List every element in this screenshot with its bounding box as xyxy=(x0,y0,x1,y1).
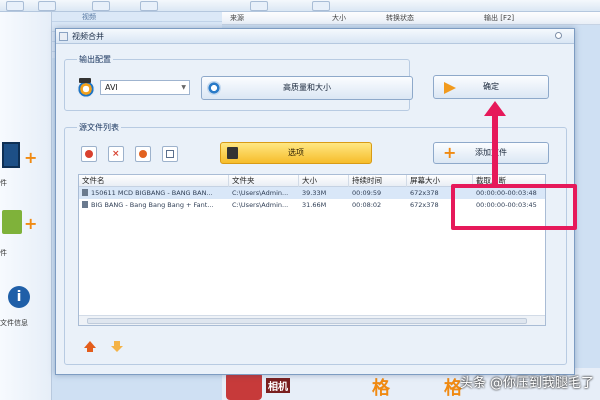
film-icon xyxy=(227,147,238,159)
background-sidebar: + 件 + 件 i 文件信息 xyxy=(0,12,52,400)
move-down-icon[interactable] xyxy=(111,341,123,352)
toolbar-button[interactable] xyxy=(6,1,24,11)
column-header: 来源 xyxy=(230,14,244,22)
clear-icon xyxy=(85,150,93,158)
annotation-highlight-box xyxy=(451,184,577,230)
column-header[interactable]: 文件名 xyxy=(79,175,229,187)
chevron-down-icon: ▼ xyxy=(181,84,186,91)
avi-format-icon xyxy=(77,78,95,98)
group-label: 源文件列表 xyxy=(77,122,121,133)
video-file-icon xyxy=(82,201,88,208)
plus-icon: + xyxy=(24,148,38,167)
duration-cell: 00:08:02 xyxy=(352,201,382,209)
quality-button[interactable]: 高质量和大小 xyxy=(201,76,413,100)
plus-icon: + xyxy=(443,143,457,162)
video-file-icon xyxy=(82,189,88,196)
clear-list-button[interactable] xyxy=(81,146,97,162)
folder-cell: C:\Users\Admin... xyxy=(232,201,289,209)
sidebar-label: 件 xyxy=(0,249,7,257)
dialog-titlebar[interactable]: 视频合并 xyxy=(56,29,574,44)
horizontal-scrollbar[interactable] xyxy=(79,315,545,325)
group-label: 输出配置 xyxy=(77,54,113,65)
duration-cell: 00:09:59 xyxy=(352,189,382,197)
folder-cell: C:\Users\Admin... xyxy=(232,189,289,197)
toolbar-button[interactable] xyxy=(250,1,268,11)
toolbar-button[interactable] xyxy=(92,1,110,11)
column-header[interactable]: 文件夹 xyxy=(229,175,299,187)
plus-icon: + xyxy=(24,214,38,233)
watermark: 头条 @你压到我腿毛了 xyxy=(459,376,594,391)
scrollbar-thumb[interactable] xyxy=(87,318,527,324)
size-cell: 31.66M xyxy=(302,201,327,209)
sidebar-label: 文件信息 xyxy=(0,319,28,327)
info-icon: i xyxy=(8,286,30,308)
options-button-label: 选项 xyxy=(288,148,304,157)
size-cell: 39.33M xyxy=(302,189,327,197)
quality-button-label: 高质量和大小 xyxy=(283,83,331,92)
format-select[interactable]: AVI ▼ xyxy=(100,80,190,95)
quality-icon xyxy=(207,81,221,95)
arrow-right-icon xyxy=(444,82,456,94)
play-button[interactable] xyxy=(135,146,151,162)
options-button[interactable]: 选项 xyxy=(220,142,372,164)
audio-merge-icon[interactable]: + xyxy=(2,210,48,246)
add-file-button[interactable]: + 添加文件 xyxy=(433,142,549,164)
file-name-cell: BIG BANG - Bang Bang Bang + Fant... xyxy=(79,199,229,211)
app-icon xyxy=(59,32,68,41)
play-icon xyxy=(139,150,147,158)
file-name-cell: 150611 MCD BIGBANG - BANG BAN... xyxy=(79,187,229,199)
camera-icon xyxy=(226,372,262,400)
column-header: 大小 xyxy=(332,14,346,22)
annotation-arrow-head xyxy=(484,101,506,116)
column-header: 输出 [F2] xyxy=(484,14,515,22)
column-header[interactable]: 大小 xyxy=(299,175,349,187)
film-icon xyxy=(2,142,20,168)
info-panel-icon xyxy=(166,150,174,158)
media-info-icon[interactable]: i xyxy=(2,280,48,316)
toolbar-button[interactable] xyxy=(38,1,56,11)
column-header: 转换状态 xyxy=(386,14,414,22)
remove-file-button[interactable]: × xyxy=(108,146,124,162)
add-file-button-label: 添加文件 xyxy=(475,148,507,157)
toolbar-button[interactable] xyxy=(312,1,330,11)
banner-label: 相机 xyxy=(266,378,290,393)
format-value: AVI xyxy=(105,83,118,92)
remove-icon: × xyxy=(112,149,120,159)
video-merge-icon[interactable]: + xyxy=(2,140,48,176)
list-item[interactable]: 视频 xyxy=(52,12,222,22)
background-task-header: 来源 大小 转换状态 输出 [F2] xyxy=(222,12,600,25)
dialog-title: 视频合并 xyxy=(72,32,104,41)
sidebar-label: 件 xyxy=(0,179,7,187)
background-toolbar xyxy=(0,0,600,12)
move-up-icon[interactable] xyxy=(84,341,96,352)
close-icon[interactable] xyxy=(555,32,562,39)
toolbar-button[interactable] xyxy=(140,1,158,11)
music-note-icon xyxy=(2,210,22,234)
column-header[interactable]: 持续时间 xyxy=(349,175,407,187)
media-info-button[interactable] xyxy=(162,146,178,162)
ok-button-label: 确定 xyxy=(483,82,499,91)
banner-char: 格 xyxy=(372,378,390,399)
annotation-arrow xyxy=(492,113,498,185)
ok-button[interactable]: 确定 xyxy=(433,75,549,99)
